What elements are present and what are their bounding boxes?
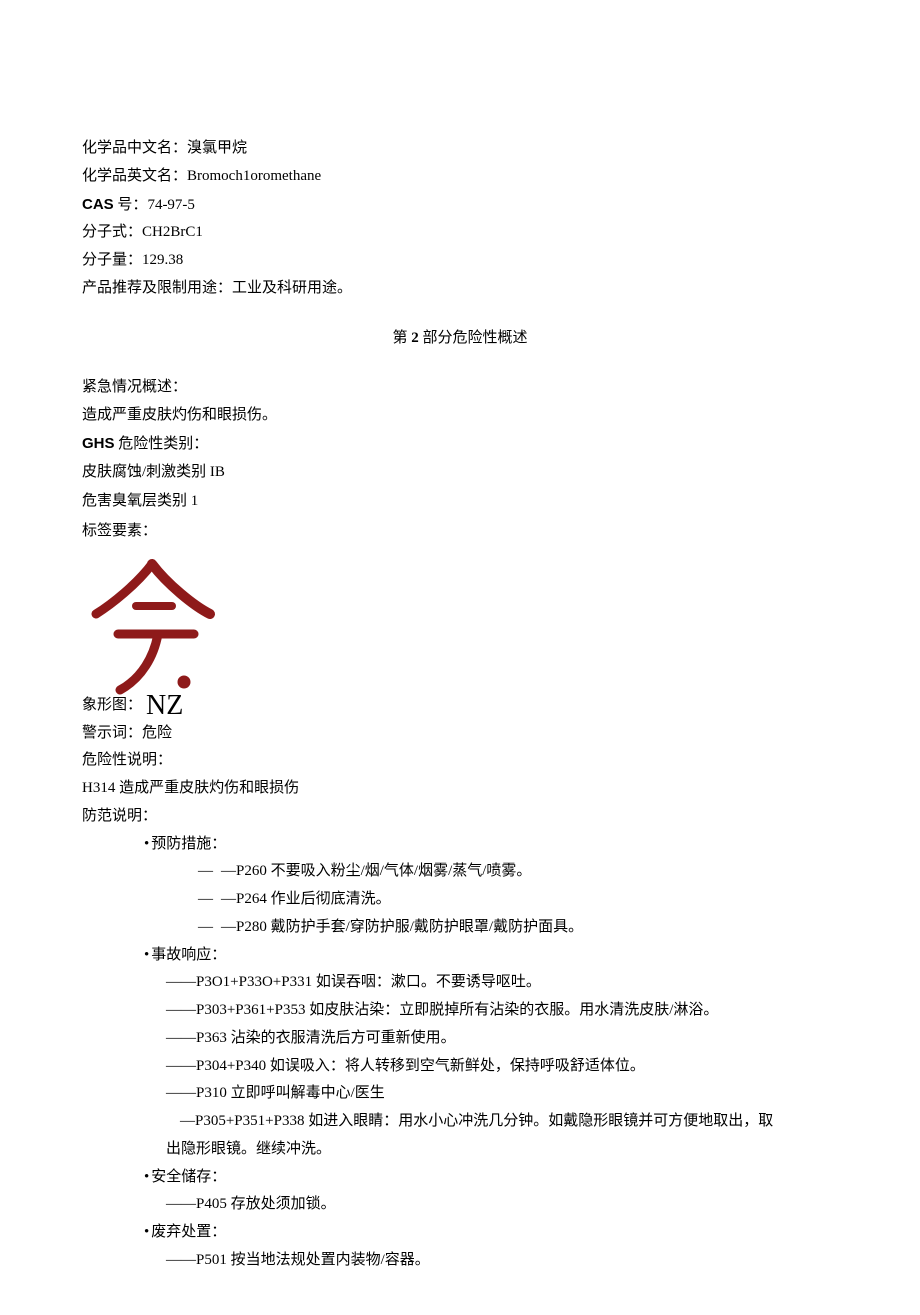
ghs-label: GHS 危险性类别： [82,430,838,459]
dash-cell: — [198,858,221,886]
ling-character-icon [82,556,222,696]
p405: ——P405 存放处须加锁。 [166,1191,838,1219]
label-elements: 标签要素： [82,518,838,546]
text-cell: —P280 戴防护手套/穿防护服/戴防护眼罩/戴防护面具。 [221,914,591,942]
field-en-name: 化学品英文名：Bromoch1oromethane [82,163,838,191]
pictogram-block [82,556,838,696]
p305-line1: —P305+P351+P338 如进入眼睛：用水小心冲洗几分钟。如戴隐形眼镜并可… [166,1108,838,1136]
hazard-h314: H314 造成严重皮肤灼伤和眼损伤 [82,775,838,803]
p301: ——P3O1+P33O+P331 如误吞咽：漱口。不要诱导呕吐。 [166,969,838,997]
signal-line: 警示词：危险 [82,720,838,748]
label: 分子式： [82,224,142,240]
document-page: 化学品中文名：溴氯甲烷 化学品英文名：Bromoch1oromethane CA… [0,0,920,1315]
field-mw: 分子量：129.38 [82,247,838,275]
value: CH2BrC1 [142,224,203,240]
ghs-class-1: 皮肤腐蚀/刺激类别 IB [82,459,838,487]
value: 74-97-5 [147,197,195,213]
p305-line2: 出隐形眼镜。继续冲洗。 [166,1136,838,1164]
label: 分子量： [82,252,142,268]
p363: ——P363 沾染的衣服清洗后方可重新使用。 [166,1025,838,1053]
prevent-heading: 预防措施： [144,831,838,859]
p310: ——P310 立即呼叫解毒中心/医生 [166,1080,838,1108]
label-rest: 号： [114,197,148,213]
text-cell: —P260 不要吸入粉尘/烟/气体/烟雾/蒸气/喷雾。 [221,858,539,886]
text-cell: —P264 作业后彻底清洗。 [221,886,399,914]
dash-cell: — [198,914,221,942]
response-items: ——P3O1+P33O+P331 如误吞咽：漱口。不要诱导呕吐。 ——P303+… [144,969,838,1163]
signal-word: 危险 [142,725,172,741]
storage-heading: 安全储存： [144,1164,838,1192]
value: 溴氯甲烷 [187,140,247,156]
p264-row: — —P264 作业后彻底清洗。 [198,886,399,914]
emergency-text: 造成严重皮肤灼伤和眼损伤。 [82,402,838,430]
dash-cell: — [198,886,221,914]
ghs-rest: 危险性类别： [115,436,209,452]
prefix: 第 [392,330,407,346]
p260-row: — —P260 不要吸入粉尘/烟/气体/烟雾/蒸气/喷雾。 [198,858,539,886]
response-heading: 事故响应： [144,942,838,970]
value: 工业及科研用途。 [232,280,352,296]
pictogram-label: 象形图： [82,692,142,720]
value: 129.38 [142,252,183,268]
ghs-bold: GHS [82,435,115,452]
p303: ——P303+P361+P353 如皮肤沾染：立即脱掉所有沾染的衣服。用水清洗皮… [166,997,838,1025]
field-cas: CAS 号：74-97-5 [82,191,838,220]
prevent-items: — —P260 不要吸入粉尘/烟/气体/烟雾/蒸气/喷雾。 — —P264 作业… [144,858,838,941]
precaution-bullets: 预防措施： — —P260 不要吸入粉尘/烟/气体/烟雾/蒸气/喷雾。 — —P… [82,831,838,1275]
p501: ——P501 按当地法规处置内装物/容器。 [166,1247,838,1275]
p280-row: — —P280 戴防护手套/穿防护服/戴防护眼罩/戴防护面具。 [198,914,591,942]
storage-items: ——P405 存放处须加锁。 [144,1191,838,1219]
p304: ——P304+P340 如误吸入：将人转移到空气新鲜处，保持呼吸舒适体位。 [166,1053,838,1081]
label: 产品推荐及限制用途： [82,280,232,296]
hazard-label: 危险性说明： [82,747,838,775]
precaution-label: 防范说明： [82,803,838,831]
emergency-label: 紧急情况概述： [82,374,838,402]
pictogram-line: 象形图： NZ [82,692,838,720]
section-2-title: 第 2 部分危险性概述 [82,325,838,353]
ghs-class-2: 危害臭氧层类别 1 [82,486,838,518]
field-use: 产品推荐及限制用途：工业及科研用途。 [82,275,838,303]
number: 2 [408,330,423,346]
disposal-items: ——P501 按当地法规处置内装物/容器。 [144,1247,838,1275]
signal-label: 警示词： [82,725,142,741]
field-formula: 分子式：CH2BrC1 [82,219,838,247]
suffix: 部分危险性概述 [423,330,528,346]
pictogram-code: NZ [146,692,183,720]
label: 化学品中文名： [82,140,187,156]
disposal-heading: 废弃处置： [144,1219,838,1247]
value: Bromoch1oromethane [187,168,321,184]
label: 化学品英文名： [82,168,187,184]
label-bold: CAS [82,196,114,213]
field-cn-name: 化学品中文名：溴氯甲烷 [82,135,838,163]
